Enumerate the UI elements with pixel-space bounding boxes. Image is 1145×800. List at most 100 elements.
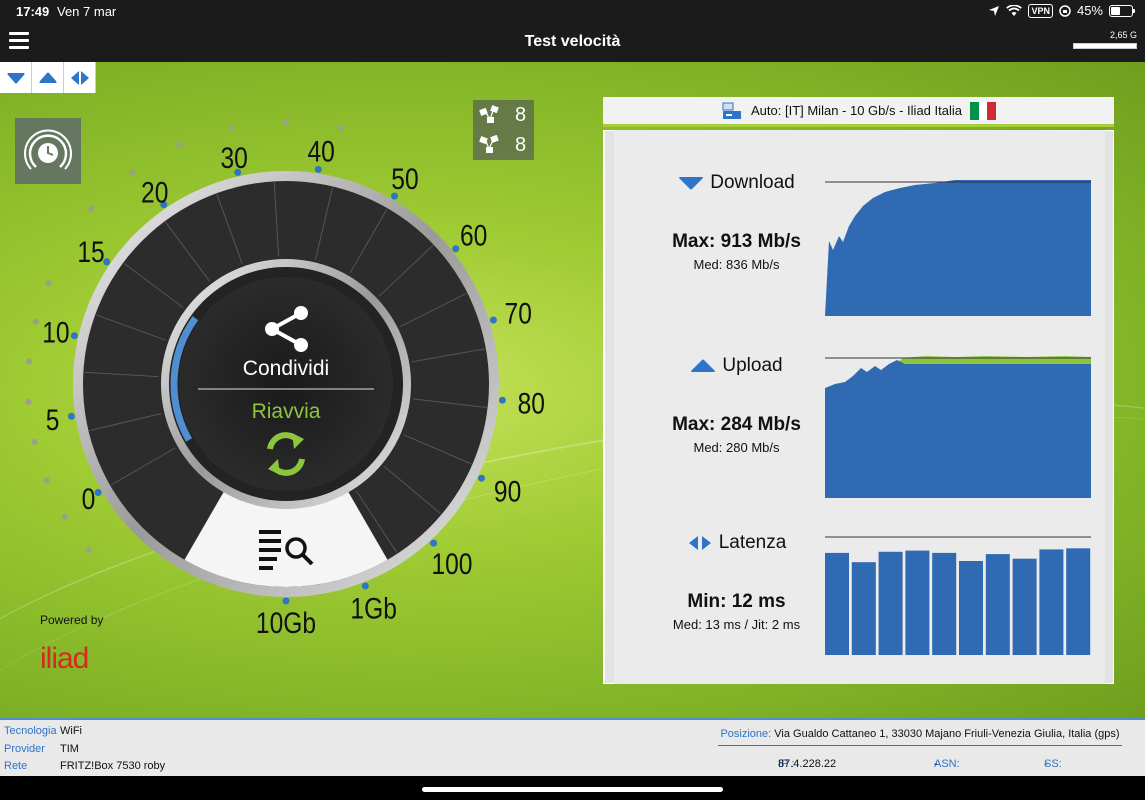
- server-selector[interactable]: Auto: [IT] Milan - 10 Gb/s - Iliad Itali…: [603, 97, 1114, 127]
- wifi-icon: [1006, 4, 1023, 16]
- position-label: Posizione:: [720, 728, 772, 740]
- latency-bar: [1066, 548, 1091, 655]
- gauge-label-40: 40: [308, 134, 335, 168]
- gauge-label-60: 60: [460, 218, 487, 252]
- gauge-label-5: 5: [46, 403, 60, 437]
- gauge-label-1gb: 1Gb: [350, 591, 396, 625]
- technology-value: WiFi: [60, 725, 82, 737]
- position-info: Posizione: Via Gualdo Cattaneo 1, 33030 …: [718, 728, 1122, 746]
- gauge-label-70: 70: [505, 296, 532, 330]
- gauge-tick: [498, 396, 506, 404]
- gauge-dot: [61, 513, 68, 520]
- upload-max: Max: 284 Mb/s: [672, 414, 801, 435]
- latency-header: Latenza: [644, 532, 829, 554]
- gauge-dot: [31, 439, 38, 445]
- gauge-dot: [88, 205, 95, 212]
- download-max: Max: 913 Mb/s: [672, 231, 801, 252]
- download-header: Download: [644, 172, 829, 194]
- battery-level: [1111, 6, 1120, 15]
- network-value: FRITZ!Box 7530 roby: [60, 760, 166, 772]
- triangle-down-icon: [7, 72, 24, 83]
- filter-upload-button[interactable]: [32, 62, 64, 93]
- gauge-dot: [228, 124, 235, 131]
- home-indicator[interactable]: [422, 787, 723, 792]
- latency-bar: [851, 562, 876, 655]
- download-avg: Med: 836 Mb/s: [693, 257, 780, 272]
- servers-count: 8 8: [473, 100, 534, 160]
- history-button[interactable]: [15, 118, 81, 184]
- gauge-label-80: 80: [518, 386, 545, 420]
- vpn-badge: VPN: [1028, 3, 1053, 18]
- data-usage-value: 2,65 G: [1109, 30, 1137, 40]
- server-info-text: Auto: [IT] Milan - 10 Gb/s - Iliad Itali…: [751, 103, 962, 118]
- app-header: Test velocità 2,65 G: [0, 24, 1145, 62]
- gauge-tick: [282, 597, 290, 605]
- upload-chart: [825, 356, 1091, 498]
- latency-bar: [905, 550, 930, 655]
- gauge-dot: [85, 546, 92, 553]
- filter-latency-button[interactable]: [64, 62, 96, 93]
- network-label: Rete: [4, 760, 28, 772]
- latency-bar: [959, 561, 983, 655]
- page-title: Test velocità: [524, 33, 621, 50]
- gauge-dot: [283, 119, 289, 125]
- latency-bar: [985, 554, 1010, 655]
- status-right: VPN 45%: [988, 3, 1135, 18]
- latency-label: Latenza: [718, 532, 787, 553]
- gauge-tick: [67, 412, 75, 420]
- servers-row-1: 8: [473, 100, 534, 130]
- download-arrow-icon: [679, 177, 704, 190]
- data-usage-bar: [1073, 43, 1137, 49]
- gauge-label-50: 50: [391, 162, 418, 196]
- gauge-tick: [94, 489, 102, 496]
- speed-history-icon: [24, 129, 72, 170]
- latency-chart: [825, 536, 1091, 655]
- gauge-tick: [452, 245, 460, 253]
- gauge-label-15: 15: [77, 235, 104, 269]
- servers-row-2: 8: [473, 130, 534, 160]
- provider-label: Provider: [4, 742, 45, 755]
- battery-icon: [1109, 4, 1135, 17]
- latency-bar: [1012, 558, 1037, 655]
- location-icon: [989, 5, 1000, 16]
- position-value: Via Gualdo Cattaneo 1, 33030 Majano Friu…: [774, 728, 1120, 740]
- gauge-label-30: 30: [221, 140, 248, 174]
- gauge-dot: [32, 318, 39, 325]
- triangle-up-icon: [39, 72, 56, 83]
- upload-avg: Med: 280 Mb/s: [693, 440, 780, 455]
- gauge-center: [179, 277, 393, 491]
- latency-metric: Latenza Min: 12 ms Med: 13 ms / Jit: 2 m…: [644, 532, 829, 632]
- upload-metric: Upload Max: 284 Mb/s Med: 280 Mb/s: [644, 355, 829, 455]
- gauge-dot: [43, 477, 50, 484]
- gauge-tick: [478, 474, 485, 482]
- latency-min: Min: 12 ms: [687, 591, 786, 612]
- latency-avg: Med: 13 ms / Jit: 2 ms: [672, 617, 801, 632]
- ss-value: -: [1044, 758, 1048, 770]
- server-icon: [722, 102, 741, 119]
- latency-arrows-icon: [70, 70, 89, 85]
- gauge-label-90: 90: [494, 474, 521, 508]
- info-footer: Tecnologia WiFi Provider TIM Rete FRITZ!Box…: [0, 718, 1145, 776]
- ip-info: IP : 87.4.228.22 ASN: - SS: -: [718, 758, 1122, 772]
- gauge-label-10gb: 10Gb: [256, 606, 316, 640]
- filter-download-button[interactable]: [0, 62, 32, 93]
- share-label: Condividi: [243, 357, 329, 380]
- gauge-label-20: 20: [141, 175, 168, 209]
- latency-arrows-icon: [688, 536, 711, 550]
- iliad-logo: iliad: [40, 642, 89, 675]
- provider-value: TIM: [60, 742, 79, 755]
- status-time: 17:49: [16, 4, 50, 19]
- server-nodes-icon: [479, 105, 499, 123]
- restart-label: Riavvia: [252, 400, 321, 423]
- gauge-dot: [25, 399, 32, 405]
- ip-value: 87.4.228.22: [778, 758, 837, 770]
- italy-flag-icon: [969, 101, 996, 120]
- server-nodes-icon: [479, 135, 499, 153]
- powered-by-label: Powered by: [40, 613, 104, 627]
- latency-bar: [1039, 549, 1064, 655]
- gauge-tick: [489, 316, 497, 324]
- download-chart-area: [825, 180, 1091, 316]
- servers-count-1: 8: [515, 103, 527, 126]
- gauge-dot: [129, 169, 135, 175]
- gauge-dot: [337, 124, 344, 131]
